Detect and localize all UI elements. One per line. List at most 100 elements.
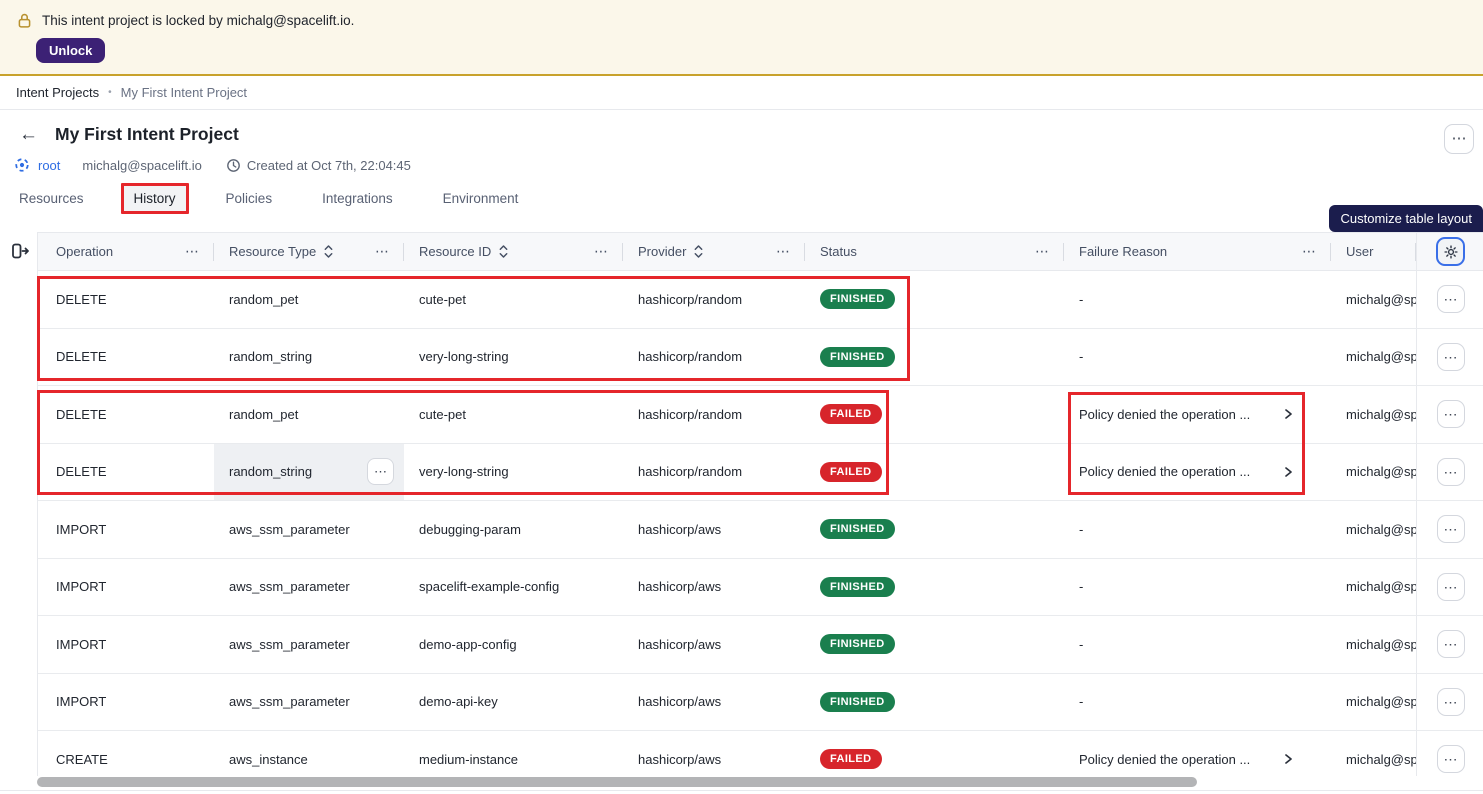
cell-user: michalg@spacelift.io: [1331, 559, 1416, 616]
resource-id-text: debugging-param: [419, 522, 521, 537]
cell-actions: ⋯: [1416, 444, 1483, 501]
resource-id-text: demo-api-key: [419, 694, 498, 709]
resource-id-text: cute-pet: [419, 292, 466, 307]
cell-operation: IMPORT: [38, 674, 214, 731]
col-header-provider: Provider ⋯: [623, 233, 805, 270]
row-actions-kebab-button[interactable]: ⋯: [1437, 573, 1465, 601]
column-menu-icon[interactable]: ⋯: [375, 243, 390, 260]
column-menu-icon[interactable]: ⋯: [594, 243, 609, 260]
cell-status: FINISHED: [805, 271, 1064, 328]
cell-user: michalg@spacelift.io: [1331, 616, 1416, 673]
table-row[interactable]: DELETE random_string ⋯ very-long-string …: [38, 444, 1483, 502]
horizontal-scrollbar-thumb[interactable]: [37, 777, 1197, 787]
table-body: DELETE random_pet ⋯ cute-pet hashicorp/r…: [38, 271, 1483, 776]
failure-reason-text: -: [1079, 637, 1083, 652]
back-arrow-icon[interactable]: ←: [19, 125, 38, 144]
provider-text: hashicorp/aws: [638, 579, 721, 594]
history-table: Operation ⋯ Resource Type ⋯ Resource ID …: [37, 232, 1483, 776]
user-text: michalg@spacelift.io: [1346, 694, 1416, 709]
cell-resource-type: aws_ssm_parameter ⋯: [214, 501, 404, 558]
breadcrumb-intent-projects[interactable]: Intent Projects: [16, 85, 99, 100]
chevron-right-icon[interactable]: [1281, 752, 1295, 766]
status-badge: FINISHED: [820, 634, 895, 654]
cell-provider: hashicorp/aws: [623, 674, 805, 731]
table-header-row: Operation ⋯ Resource Type ⋯ Resource ID …: [38, 233, 1483, 271]
sort-icon[interactable]: [323, 244, 334, 259]
cell-resource-id: cute-pet: [404, 271, 623, 328]
customize-table-layout-button[interactable]: [1436, 237, 1465, 266]
page-actions-kebab-button[interactable]: ⋯: [1444, 124, 1474, 154]
cell-resource-id: medium-instance: [404, 731, 623, 776]
chevron-right-icon[interactable]: [1281, 407, 1295, 421]
cell-actions: ⋯: [1416, 731, 1483, 776]
cell-resource-type: random_string ⋯: [214, 444, 404, 501]
chevron-right-icon[interactable]: [1281, 465, 1295, 479]
row-actions-kebab-button[interactable]: ⋯: [1437, 630, 1465, 658]
column-menu-icon[interactable]: ⋯: [1035, 243, 1050, 260]
tab-environment[interactable]: Environment: [430, 183, 532, 214]
col-header-resource-id: Resource ID ⋯: [404, 233, 623, 270]
tab-policies[interactable]: Policies: [213, 183, 286, 214]
bottom-divider: [0, 790, 1483, 791]
resource-type-text: random_pet: [229, 292, 298, 307]
cell-resource-type: random_pet ⋯: [214, 386, 404, 443]
cell-provider: hashicorp/random: [623, 386, 805, 443]
cell-provider: hashicorp/aws: [623, 501, 805, 558]
table-row[interactable]: DELETE random_string ⋯ very-long-string …: [38, 329, 1483, 387]
col-header-resource-type: Resource Type ⋯: [214, 233, 404, 270]
col-header-actions: [1416, 233, 1483, 270]
table-row[interactable]: IMPORT aws_ssm_parameter ⋯ debugging-par…: [38, 501, 1483, 559]
table-row[interactable]: IMPORT aws_ssm_parameter ⋯ demo-api-key …: [38, 674, 1483, 732]
status-badge: FAILED: [820, 749, 882, 769]
operation-text: DELETE: [56, 349, 107, 364]
resource-type-text: aws_instance: [229, 752, 308, 767]
table-row[interactable]: IMPORT aws_ssm_parameter ⋯ demo-app-conf…: [38, 616, 1483, 674]
row-actions-kebab-button[interactable]: ⋯: [1437, 458, 1465, 486]
cell-user: michalg@spacelift.io: [1331, 386, 1416, 443]
sort-icon[interactable]: [693, 244, 704, 259]
cell-actions: ⋯: [1416, 271, 1483, 328]
column-menu-icon[interactable]: ⋯: [1302, 243, 1317, 260]
sort-icon[interactable]: [498, 244, 509, 259]
tab-history[interactable]: History: [121, 183, 189, 214]
cell-failure-reason: Policy denied the operation ...: [1064, 386, 1331, 443]
column-menu-icon[interactable]: ⋯: [776, 243, 791, 260]
table-row[interactable]: DELETE random_pet ⋯ cute-pet hashicorp/r…: [38, 271, 1483, 329]
tab-resources[interactable]: Resources: [6, 183, 97, 214]
space-root-link[interactable]: root: [38, 158, 60, 173]
row-actions-kebab-button[interactable]: ⋯: [1437, 400, 1465, 428]
cell-failure-reason: -: [1064, 271, 1331, 328]
unlock-button[interactable]: Unlock: [36, 38, 105, 63]
row-actions-kebab-button[interactable]: ⋯: [1437, 745, 1465, 773]
cell-resource-id: cute-pet: [404, 386, 623, 443]
cell-actions: ⋯: [1416, 616, 1483, 673]
customize-table-layout-tooltip: Customize table layout: [1329, 205, 1483, 232]
table-row[interactable]: IMPORT aws_ssm_parameter ⋯ spacelift-exa…: [38, 559, 1483, 617]
row-actions-kebab-button[interactable]: ⋯: [1437, 285, 1465, 313]
created-at-text: Created at Oct 7th, 22:04:45: [247, 158, 411, 173]
cell-resource-type: aws_instance ⋯: [214, 731, 404, 776]
column-menu-icon[interactable]: ⋯: [185, 243, 200, 260]
table-row[interactable]: DELETE random_pet ⋯ cute-pet hashicorp/r…: [38, 386, 1483, 444]
cell-status: FINISHED: [805, 559, 1064, 616]
row-actions-kebab-button[interactable]: ⋯: [1437, 688, 1465, 716]
cell-actions: ⋯: [1416, 501, 1483, 558]
cell-menu-button[interactable]: ⋯: [367, 458, 394, 485]
tab-integrations[interactable]: Integrations: [309, 183, 406, 214]
user-text: michalg@spacelift.io: [1346, 292, 1416, 307]
user-text: michalg@spacelift.io: [1346, 464, 1416, 479]
cell-failure-reason: Policy denied the operation ...: [1064, 731, 1331, 776]
status-badge: FINISHED: [820, 577, 895, 597]
user-text: michalg@spacelift.io: [1346, 752, 1416, 767]
cell-resource-id: very-long-string: [404, 329, 623, 386]
cell-failure-reason: -: [1064, 501, 1331, 558]
expand-side-panel-button[interactable]: [8, 240, 32, 264]
horizontal-scrollbar-track: [37, 776, 1483, 788]
row-actions-kebab-button[interactable]: ⋯: [1437, 515, 1465, 543]
operation-text: DELETE: [56, 292, 107, 307]
row-actions-kebab-button[interactable]: ⋯: [1437, 343, 1465, 371]
table-row[interactable]: CREATE aws_instance ⋯ medium-instance ha…: [38, 731, 1483, 776]
clock-icon: [226, 158, 241, 173]
cell-provider: hashicorp/random: [623, 271, 805, 328]
user-text: michalg@spacelift.io: [1346, 637, 1416, 652]
